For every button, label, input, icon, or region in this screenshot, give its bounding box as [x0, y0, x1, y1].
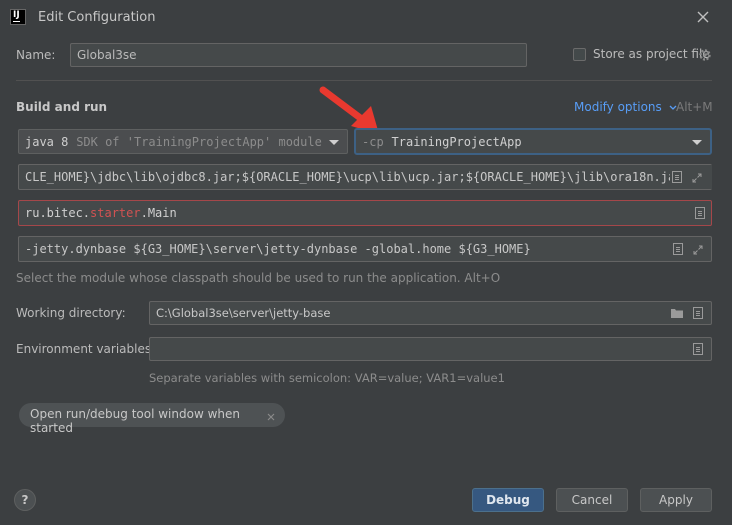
build-heading: Build and run: [16, 100, 108, 114]
name-label: Name:: [16, 48, 56, 62]
name-input[interactable]: Global3se: [70, 43, 527, 67]
document-icon: [672, 171, 682, 183]
main-class-part3: .Main: [140, 206, 177, 220]
workdir-label: Working directory:: [16, 306, 126, 320]
modify-options-label: Modify options: [574, 100, 662, 114]
edit-configuration-dialog: { "window": { "title": "Edit Configurati…: [0, 0, 732, 525]
cp-prefix: -cp: [362, 135, 384, 149]
vm-options-input[interactable]: CLE_HOME}\jdbc\lib\ojdbc8.jar;${ORACLE_H…: [18, 164, 712, 190]
app-icon-text: IJ: [13, 10, 20, 20]
env-hint: Separate variables with semicolon: VAR=v…: [149, 371, 505, 385]
folder-icon[interactable]: [670, 307, 684, 322]
jdk-suffix: SDK of 'TrainingProjectApp' module: [76, 135, 322, 149]
main-class-part1: ru.bitec.: [25, 206, 91, 220]
expand-icon: [692, 172, 702, 183]
open-tool-window-chip[interactable]: Open run/debug tool window when started: [19, 403, 285, 435]
gear-icon[interactable]: [698, 48, 712, 62]
env-input[interactable]: [149, 337, 712, 361]
cancel-button[interactable]: Cancel: [556, 488, 628, 512]
jdk-version: java 8: [25, 135, 69, 149]
store-label[interactable]: Store as project file: [593, 47, 710, 61]
close-icon[interactable]: [696, 10, 710, 24]
chip-label: Open run/debug tool window when started: [30, 407, 240, 435]
divider: [16, 80, 712, 81]
debug-button[interactable]: Debug: [472, 488, 544, 512]
modify-options-link[interactable]: Modify options: [574, 100, 677, 114]
expand-icon[interactable]: [693, 244, 703, 255]
help-button[interactable]: ?: [14, 489, 36, 511]
vm-options-editor-icon[interactable]: [670, 165, 712, 189]
document-icon[interactable]: [693, 307, 703, 319]
main-class-input[interactable]: ru.bitec.starter.Main: [18, 200, 712, 226]
program-arguments-input[interactable]: -jetty.dynbase ${G3_HOME}\server\jetty-d…: [18, 236, 712, 262]
document-icon[interactable]: [693, 343, 703, 355]
help-icon: ?: [21, 493, 29, 507]
dropdown-caret-icon: [329, 140, 339, 145]
remove-icon[interactable]: [267, 410, 275, 424]
vm-options-value: CLE_HOME}\jdbc\lib\ojdbc8.jar;${ORACLE_H…: [25, 170, 683, 184]
classpath-hint: Select the module whose classpath should…: [16, 271, 501, 285]
store-checkbox[interactable]: [573, 48, 586, 61]
name-input-value: Global3se: [77, 48, 137, 62]
document-icon[interactable]: [673, 243, 683, 255]
modify-options-shortcut: Alt+M: [676, 100, 713, 114]
document-icon[interactable]: [695, 207, 705, 219]
program-arguments-value: -jetty.dynbase ${G3_HOME}\server\jetty-d…: [25, 242, 531, 256]
dropdown-caret-icon: [692, 140, 702, 145]
app-icon: IJ: [10, 9, 26, 25]
cp-value: TrainingProjectApp: [391, 135, 522, 149]
jdk-combobox[interactable]: java 8 SDK of 'TrainingProjectApp' modul…: [18, 129, 348, 154]
apply-button[interactable]: Apply: [640, 488, 712, 512]
window-title: Edit Configuration: [38, 10, 156, 25]
workdir-input[interactable]: C:\Global3se\server\jetty-base: [149, 301, 712, 325]
classpath-combobox[interactable]: -cp TrainingProjectApp: [354, 128, 712, 155]
env-label: Environment variables:: [16, 342, 156, 356]
main-class-keyword: starter: [90, 206, 141, 220]
workdir-value: C:\Global3se\server\jetty-base: [156, 306, 331, 320]
